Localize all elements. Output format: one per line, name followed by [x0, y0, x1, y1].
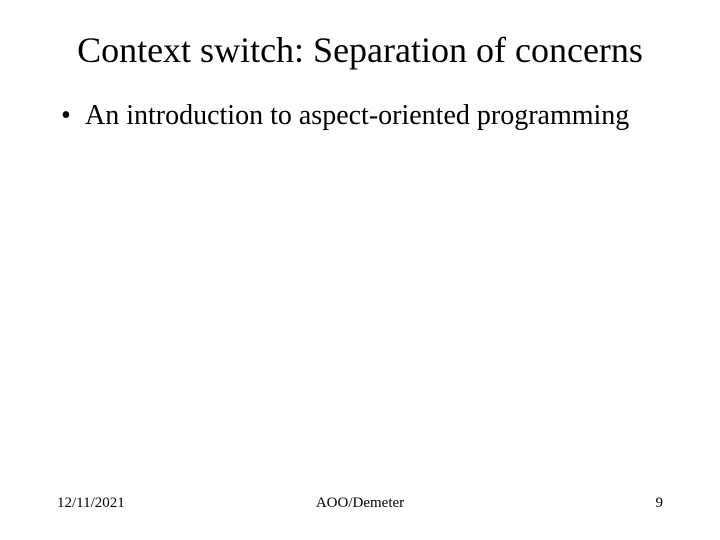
slide-content: An introduction to aspect-oriented progr…: [55, 99, 665, 495]
footer-date: 12/11/2021: [57, 495, 259, 512]
slide-container: Context switch: Separation of concerns A…: [0, 0, 720, 540]
footer-center: AOO/Demeter: [259, 495, 461, 512]
slide-title: Context switch: Separation of concerns: [55, 30, 665, 71]
bullet-item: An introduction to aspect-oriented progr…: [59, 99, 665, 133]
footer-page-number: 9: [461, 495, 663, 512]
slide-footer: 12/11/2021 AOO/Demeter 9: [55, 495, 665, 520]
bullet-list: An introduction to aspect-oriented progr…: [55, 99, 665, 133]
